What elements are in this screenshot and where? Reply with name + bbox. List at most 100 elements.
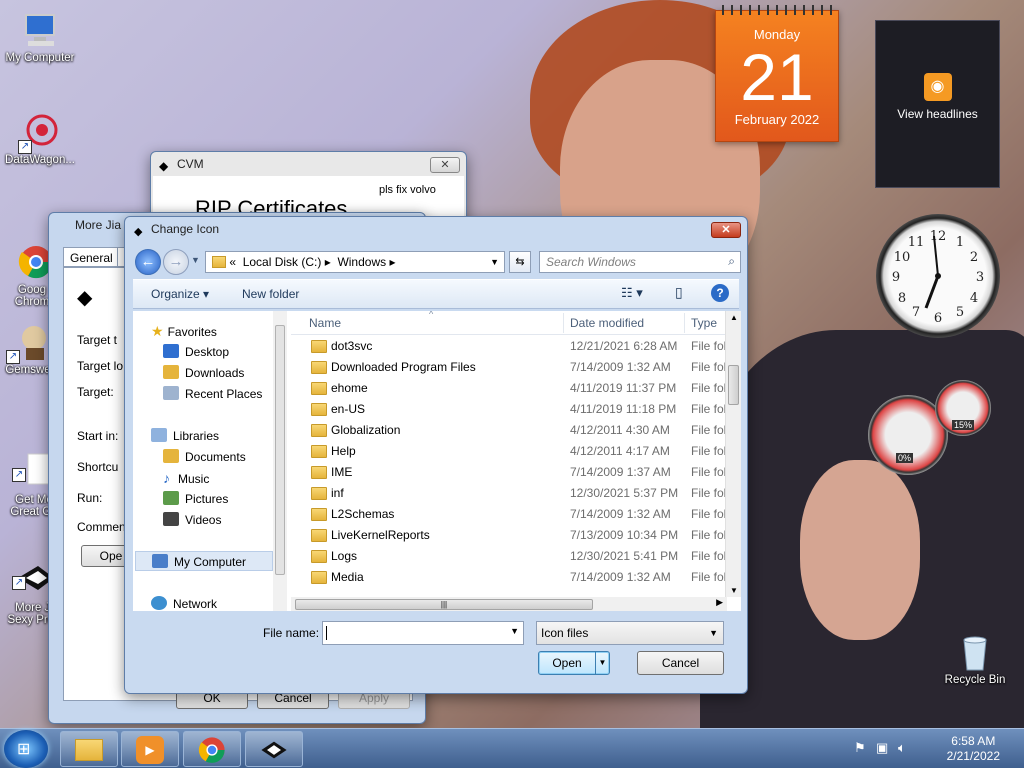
cancel-button[interactable]: Cancel — [637, 651, 724, 675]
file-name-chevron-down-icon[interactable]: ▼ — [510, 626, 519, 636]
desktop-icon-recycle-bin[interactable]: Recycle Bin — [935, 632, 1015, 686]
taskbar-explorer[interactable] — [60, 731, 118, 767]
breadcrumb-local-disk[interactable]: Local Disk (C:) — [243, 255, 322, 269]
help-icon[interactable]: ? — [711, 284, 729, 302]
search-icon: ⌕ — [728, 254, 735, 268]
horizontal-scroll-thumb[interactable]: ||| — [295, 599, 593, 610]
target-type-label: Target t — [77, 333, 118, 347]
vertical-scroll-thumb[interactable] — [728, 365, 739, 405]
column-name[interactable]: Name — [309, 316, 341, 330]
navigation-pane-scroll-thumb[interactable] — [275, 325, 285, 575]
nav-pictures-label: Pictures — [185, 492, 229, 506]
tab-general[interactable]: General — [63, 247, 120, 267]
nav-libraries[interactable]: Libraries — [151, 426, 219, 446]
recent-pages-chevron-down-icon[interactable]: ▼ — [191, 255, 200, 265]
table-row[interactable]: Help 4/12/2011 4:17 AM File fol — [291, 441, 727, 462]
nav-favorites[interactable]: ★ Favorites — [151, 321, 217, 341]
feed-headlines-gadget[interactable]: ◉ View headlines — [875, 20, 1000, 188]
svg-text:10: 10 — [894, 250, 911, 265]
music-note-icon: ♪ — [163, 470, 170, 486]
shortcut-diamond-icon: ◆ — [77, 287, 93, 309]
taskbar-clock[interactable]: 6:58 AM 2/21/2022 — [947, 734, 1000, 764]
computer-icon — [152, 554, 168, 568]
organize-button[interactable]: Organize ▾ — [151, 287, 209, 301]
shortcut-arrow-icon: ↗ — [18, 140, 32, 154]
type-cell: File fol — [691, 402, 727, 416]
date-modified-cell: 12/30/2021 5:37 PM — [570, 486, 679, 500]
file-list-vertical-scrollbar[interactable]: ▲ ▼ — [725, 311, 741, 597]
nav-my-computer[interactable]: My Computer — [135, 551, 273, 571]
nav-computer-label: My Computer — [174, 555, 247, 569]
action-center-flag-icon[interactable]: ⚑ — [854, 740, 866, 756]
table-row[interactable]: L2Schemas 7/14/2009 1:32 AM File fol — [291, 504, 727, 525]
file-name-cell: LiveKernelReports — [331, 528, 430, 542]
scroll-down-icon[interactable]: ▼ — [730, 586, 738, 595]
start-button[interactable]: ⊞ — [4, 730, 48, 768]
scroll-up-icon[interactable]: ▲ — [730, 313, 738, 322]
search-input[interactable]: Search Windows ⌕ — [539, 251, 741, 273]
calendar-gadget[interactable]: Monday 21 February 2022 — [715, 5, 839, 142]
table-row[interactable]: inf 12/30/2021 5:37 PM File fol — [291, 483, 727, 504]
table-row[interactable]: en-US 4/11/2019 11:18 PM File fol — [291, 399, 727, 420]
column-header-row: Name ^ Date modified Type — [291, 311, 727, 335]
file-list-horizontal-scrollbar[interactable]: ||| ▶ — [291, 597, 727, 611]
forward-button[interactable]: → — [163, 249, 189, 275]
open-options-chevron-down-icon[interactable]: ▼ — [595, 652, 609, 674]
change-icon-dialog[interactable]: ◆ Change Icon ✕ ← → ▼ « Local Disk (C:) … — [124, 216, 748, 694]
memory-meter-gadget[interactable]: 15% — [935, 380, 991, 436]
desktop-icon-my-computer[interactable]: My Computer — [0, 10, 80, 64]
file-name-cell: en-US — [331, 402, 366, 416]
calendar-day: 21 — [740, 40, 814, 114]
column-divider[interactable] — [563, 313, 564, 333]
dialog-close-button[interactable]: ✕ — [711, 222, 741, 238]
view-options-icon[interactable]: ☷ ▾ — [621, 285, 643, 301]
table-row[interactable]: ehome 4/11/2019 11:37 PM File fol — [291, 378, 727, 399]
column-date-modified[interactable]: Date modified — [570, 316, 644, 330]
scroll-right-icon[interactable]: ▶ — [716, 597, 723, 608]
system-tray: ⚑ ▣ 🔈︎ 6:58 AM 2/21/2022 — [854, 729, 1024, 768]
nav-network[interactable]: Network — [151, 594, 217, 614]
arrow-right-icon: → — [168, 253, 184, 270]
file-type-select[interactable]: Icon files ▼ — [536, 621, 724, 645]
cvm-close-button[interactable]: ✕ — [430, 157, 460, 173]
search-placeholder: Search Windows — [546, 255, 636, 269]
nav-desktop[interactable]: Desktop — [163, 342, 229, 362]
back-button[interactable]: ← — [135, 249, 161, 275]
refresh-button[interactable]: ⇆ — [509, 251, 531, 273]
desktop-icon-datawagon[interactable]: ↗ DataWagon... — [0, 112, 80, 166]
nav-music[interactable]: ♪ Music — [163, 468, 209, 488]
run-label: Run: — [77, 491, 103, 505]
table-row[interactable]: Globalization 4/12/2011 4:30 AM File fol — [291, 420, 727, 441]
nav-videos[interactable]: Videos — [163, 510, 221, 530]
table-row[interactable]: Media 7/14/2009 1:32 AM File fol — [291, 567, 727, 588]
taskbar-media-player[interactable]: ▶ — [121, 731, 179, 767]
table-row[interactable]: Logs 12/30/2021 5:41 PM File fol — [291, 546, 727, 567]
nav-recent-places[interactable]: Recent Places — [163, 384, 262, 404]
chrome-icon — [198, 736, 226, 764]
folder-icon — [311, 508, 327, 521]
volume-icon[interactable]: 🔈︎ — [898, 740, 906, 756]
new-folder-button[interactable]: New folder — [242, 287, 299, 301]
nav-documents[interactable]: Documents — [163, 447, 246, 467]
table-row[interactable]: LiveKernelReports 7/13/2009 10:34 PM File … — [291, 525, 727, 546]
clock-gadget[interactable]: 12 3 6 9 12 45 7 8 10 11 — [876, 214, 1000, 338]
star-icon: ★ — [151, 323, 164, 339]
column-type[interactable]: Type — [691, 316, 717, 330]
preview-pane-icon[interactable]: ▯ — [675, 284, 683, 301]
navigation-pane-scrollbar[interactable] — [273, 311, 287, 611]
nav-pictures[interactable]: Pictures — [163, 489, 228, 509]
table-row[interactable]: dot3svc 12/21/2021 6:28 AM File fol — [291, 336, 727, 357]
breadcrumb-windows[interactable]: Windows — [337, 255, 386, 269]
table-row[interactable]: IME 7/14/2009 1:37 AM File fol — [291, 462, 727, 483]
column-divider[interactable] — [684, 313, 685, 333]
taskbar-app[interactable] — [245, 731, 303, 767]
svg-text:12: 12 — [930, 229, 947, 244]
address-bar[interactable]: « Local Disk (C:) ▸ Windows ▸ ▼ — [205, 251, 505, 273]
table-row[interactable]: Downloaded Program Files 7/14/2009 1:32 A… — [291, 357, 727, 378]
nav-downloads[interactable]: Downloads — [163, 363, 244, 383]
address-chevron-down-icon[interactable]: ▼ — [490, 252, 499, 272]
file-name-input[interactable]: ▼ — [322, 621, 524, 645]
open-button[interactable]: Open ▼ — [538, 651, 610, 675]
network-icon[interactable]: ▣ — [876, 740, 888, 756]
taskbar-chrome[interactable] — [183, 731, 241, 767]
